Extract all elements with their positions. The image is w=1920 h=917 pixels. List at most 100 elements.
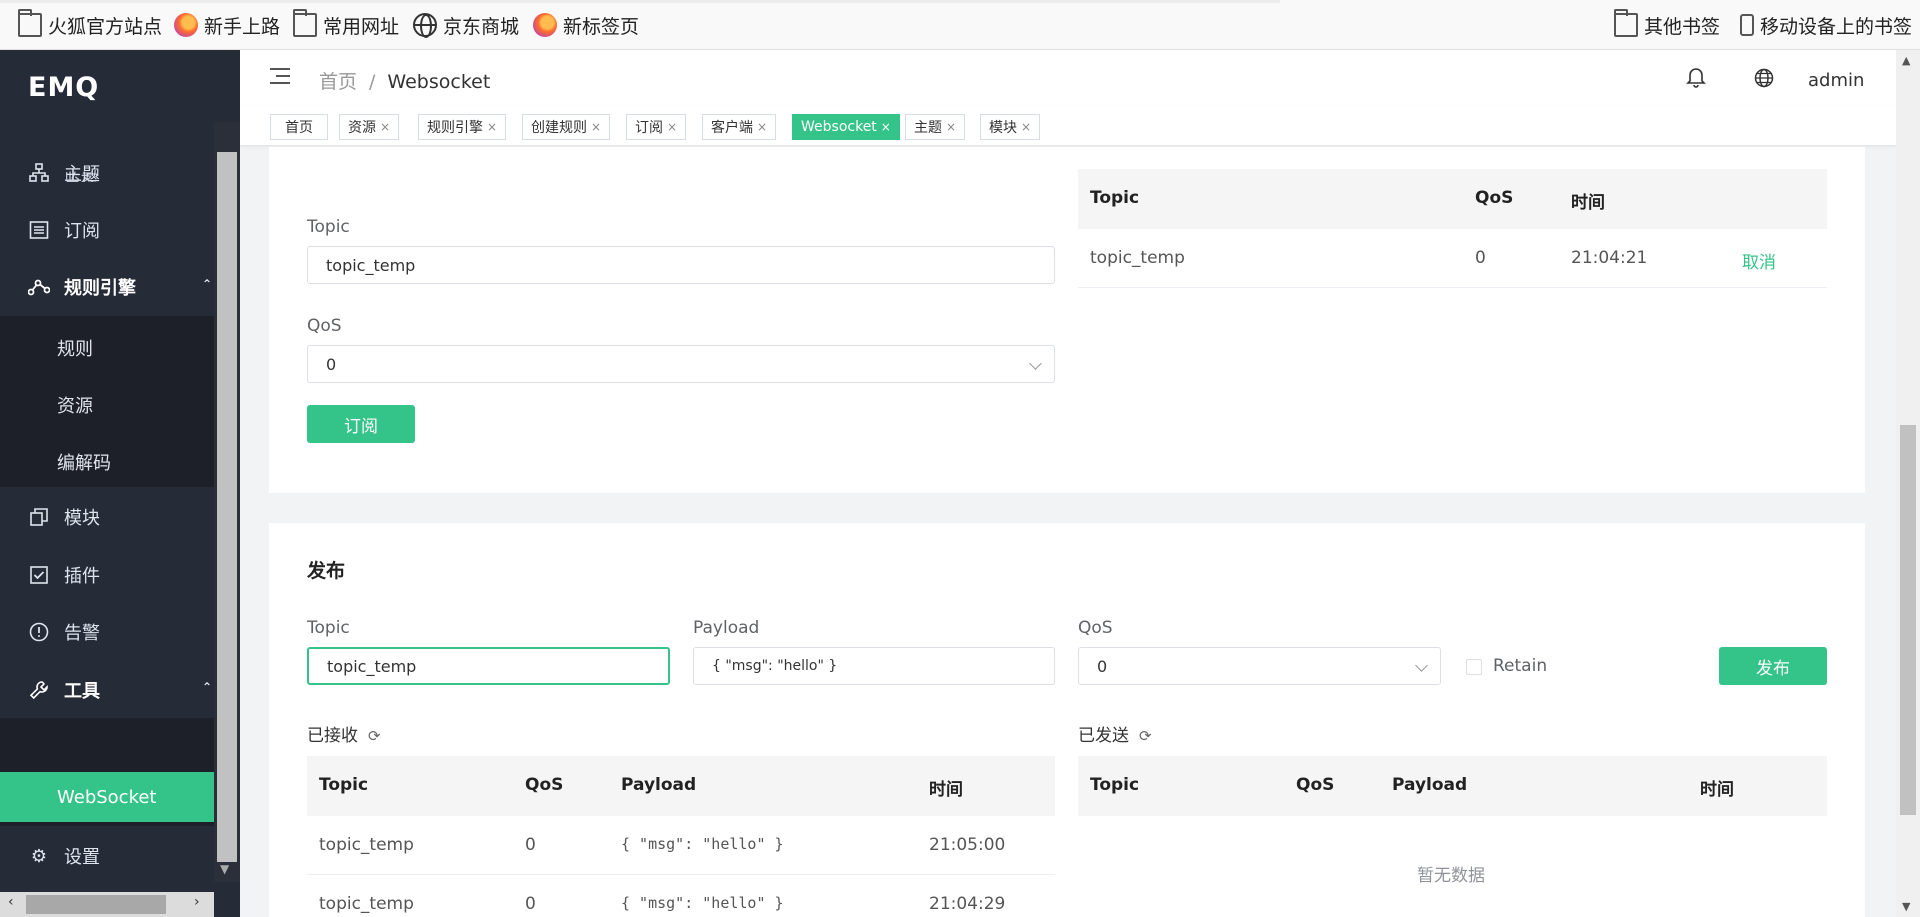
publish-topic-label: Topic [307, 618, 350, 638]
sidebar-item-rules[interactable]: 规则 [57, 335, 93, 361]
tab-websocket[interactable]: Websocket × [792, 114, 900, 140]
folder-icon [1614, 9, 1638, 37]
breadcrumb-home[interactable]: 首页 [319, 71, 357, 93]
subscriptions-table-header: Topic QoS 时间 [1078, 169, 1827, 229]
checkbox-icon [28, 564, 50, 586]
sidebar-item-settings[interactable]: ⚙ 设置 [0, 828, 214, 884]
scroll-right-arrow-icon[interactable]: › [194, 894, 200, 910]
close-icon[interactable]: × [1021, 120, 1031, 134]
received-title: 已接收 ⟳ [307, 726, 381, 746]
bookmark-other[interactable]: 其他书签 [1614, 9, 1720, 38]
sidebar-item-rule-engine[interactable]: 规则引擎 ⌃ [0, 259, 214, 315]
retain-checkbox[interactable] [1466, 659, 1482, 675]
topic-tree-icon [28, 162, 50, 184]
sidebar-item-resources[interactable]: 资源 [57, 392, 93, 418]
tab-create-rule[interactable]: 创建规则 × [522, 114, 611, 140]
bookmark-firefox-official[interactable]: 火狐官方站点 [18, 9, 162, 38]
globe-icon [413, 13, 437, 38]
chevron-up-icon: ⌃ [201, 277, 212, 291]
bookmarks-bar: 火狐官方站点 新手上路 常用网址 京东商城 新标签页 其他书签 移动设备上的书签 [0, 0, 1920, 50]
chevron-down-icon [1029, 357, 1042, 370]
sidebar-item-modules[interactable]: 模块 [0, 489, 214, 545]
folder-icon [18, 9, 42, 37]
sidebar-hscroll-thumb[interactable] [26, 895, 166, 914]
close-icon[interactable]: × [591, 120, 601, 134]
sidebar-item-topics[interactable]: 主题 [0, 145, 214, 201]
tab-modules[interactable]: 模块 × [980, 114, 1041, 140]
sidebar-item-subscriptions[interactable]: 订阅 [0, 202, 214, 258]
sidebar-item-codec[interactable]: 编解码 [57, 449, 111, 475]
browser-tab-strip-edge [0, 0, 1280, 3]
publish-payload-input[interactable]: { "msg": "hello" } [693, 647, 1055, 685]
retain-label[interactable]: Retain [1493, 656, 1547, 676]
bookmark-common-sites[interactable]: 常用网址 [293, 9, 399, 38]
table-row: topic_temp 0 21:04:21 取消 [1078, 229, 1827, 288]
scroll-left-arrow-icon[interactable]: ‹ [8, 894, 14, 910]
close-icon[interactable]: × [487, 120, 497, 134]
sidebar-vertical-scrollbar[interactable]: ▼ [214, 122, 240, 882]
close-icon[interactable]: × [757, 120, 767, 134]
received-table-header: Topic QoS Payload 时间 [307, 756, 1055, 816]
tab-home[interactable]: 首页 [270, 114, 328, 140]
table-row: topic_temp 0 { "msg": "hello" } 21:05:00 [307, 816, 1055, 875]
sidebar-item-alarms[interactable]: 告警 [0, 604, 214, 660]
unsubscribe-link[interactable]: 取消 [1742, 248, 1776, 273]
sidebar: EMQ 监控 主题 订阅 规则引擎 ⌃ 规则 资源 编解码 模块 插件 告警 工… [0, 50, 240, 917]
bookmark-new-tab[interactable]: 新标签页 [533, 12, 639, 38]
language-globe-icon[interactable] [1754, 68, 1774, 88]
gear-icon: ⚙ [30, 845, 48, 867]
table-row: topic_temp 0 { "msg": "hello" } 21:04:29 [307, 875, 1055, 917]
bookmark-jd[interactable]: 京东商城 [413, 12, 519, 38]
tab-resources[interactable]: 资源 × [339, 114, 400, 140]
emq-logo[interactable]: EMQ [28, 72, 99, 103]
close-icon[interactable]: × [946, 120, 956, 134]
sidebar-horizontal-scrollbar[interactable]: ‹ › [0, 892, 214, 917]
page-vertical-scrollbar[interactable]: ▲ ▼ [1896, 50, 1920, 917]
top-header: 首页 / Websocket admin [240, 50, 1896, 106]
list-icon [28, 219, 50, 241]
bookmark-getting-started[interactable]: 新手上路 [174, 12, 280, 38]
sidebar-item-plugins[interactable]: 插件 [0, 547, 214, 603]
tab-subscriptions[interactable]: 订阅 × [626, 114, 687, 140]
close-icon[interactable]: × [380, 120, 390, 134]
close-icon[interactable]: × [667, 120, 677, 134]
breadcrumb: 首页 / Websocket [319, 71, 491, 93]
sidebar-item-websocket[interactable]: WebSocket [0, 772, 214, 822]
subscribe-qos-select[interactable]: 0 [307, 345, 1055, 383]
publish-card: 发布 Topic topic_temp Payload { "msg": "he… [269, 523, 1865, 917]
subscribe-topic-input[interactable]: topic_temp [307, 246, 1055, 284]
scroll-up-arrow-icon[interactable]: ▲ [1902, 54, 1910, 67]
sent-table-header: Topic QoS Payload 时间 [1078, 756, 1827, 816]
user-menu[interactable]: admin [1808, 70, 1864, 91]
scroll-down-arrow-icon[interactable]: ▼ [220, 862, 229, 876]
tags-view-bar: 首页 资源 × 规则引擎 × 创建规则 × 订阅 × 客户端 × Websocket × 主… [240, 106, 1896, 146]
publish-qos-select[interactable]: 0 [1078, 647, 1441, 685]
publish-title: 发布 [307, 560, 346, 582]
firefox-icon [174, 13, 198, 37]
sidebar-scroll-thumb[interactable] [217, 152, 237, 862]
breadcrumb-current: Websocket [387, 71, 491, 93]
firefox-icon [533, 13, 557, 37]
tab-clients[interactable]: 客户端 × [702, 114, 777, 140]
tab-rule-engine[interactable]: 规则引擎 × [418, 114, 507, 140]
publish-topic-input[interactable]: topic_temp [307, 647, 670, 685]
sidebar-item-tools[interactable]: 工具 ⌃ [0, 662, 214, 718]
refresh-icon[interactable]: ⟳ [1139, 727, 1152, 745]
subscribe-button[interactable]: 订阅 [307, 405, 415, 443]
main-content: 首页 / Websocket admin 首页 资源 × 规则引擎 × 创建规则 × 订阅… [240, 50, 1896, 917]
close-icon[interactable]: × [881, 120, 891, 134]
menu-toggle-icon[interactable] [270, 68, 290, 86]
publish-qos-label: QoS [1078, 618, 1113, 638]
refresh-icon[interactable]: ⟳ [368, 727, 381, 745]
publish-button[interactable]: 发布 [1719, 647, 1827, 685]
tab-topics[interactable]: 主题 × [905, 114, 966, 140]
bookmark-mobile[interactable]: 移动设备上的书签 [1740, 12, 1912, 38]
modules-icon [28, 506, 50, 528]
bell-icon[interactable] [1686, 66, 1706, 93]
subscribe-qos-label: QoS [307, 316, 342, 336]
chevron-down-icon [1415, 659, 1428, 672]
mobile-device-icon [1740, 14, 1754, 36]
wrench-icon [28, 679, 50, 701]
page-scroll-thumb[interactable] [1900, 425, 1916, 815]
scroll-down-arrow-icon[interactable]: ▼ [1902, 900, 1910, 913]
